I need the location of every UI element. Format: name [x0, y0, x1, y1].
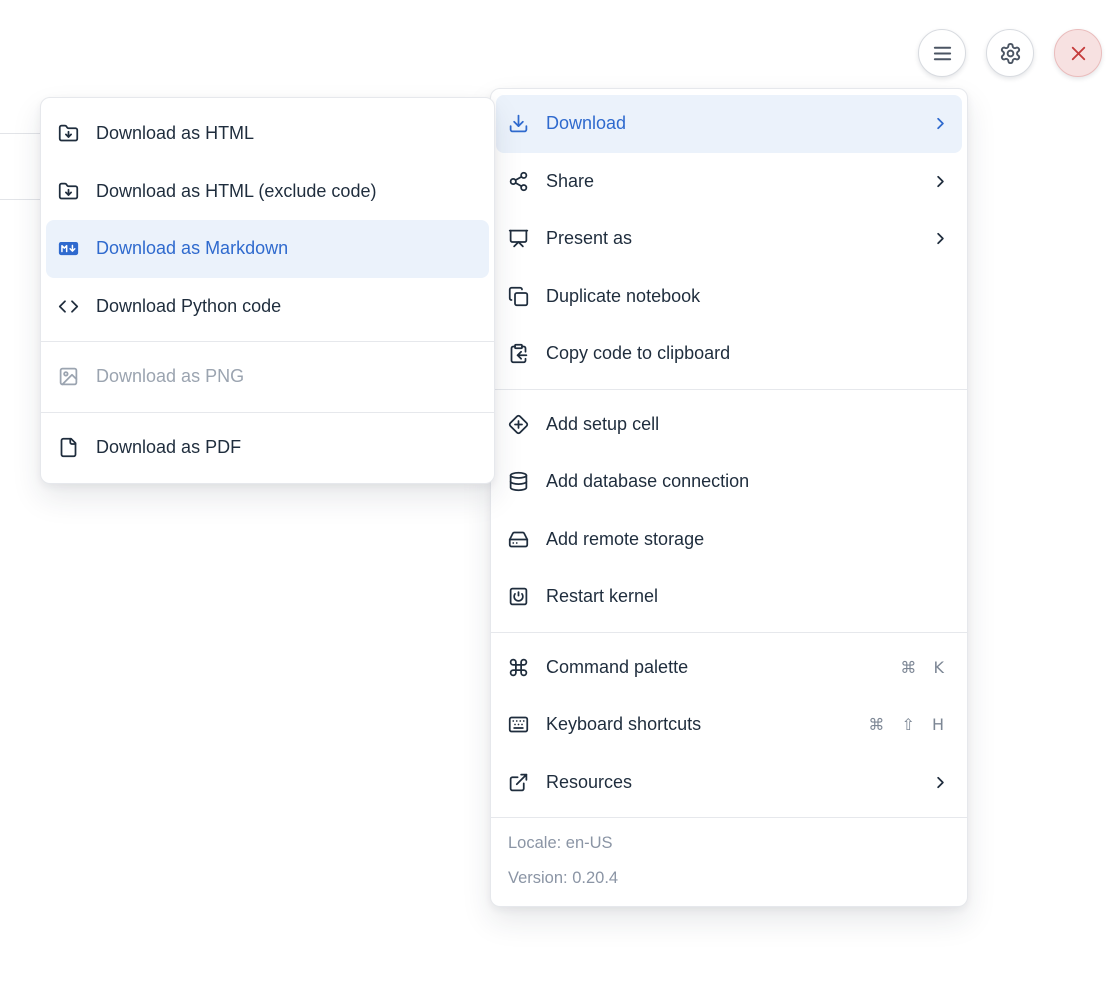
notebook-menu-button[interactable]	[918, 29, 966, 77]
menu-item-label: Duplicate notebook	[546, 286, 950, 307]
menu-item-share[interactable]: Share	[496, 153, 962, 211]
keyboard-shortcut-hint: ⌘ K	[900, 658, 950, 677]
square-power-icon	[508, 586, 529, 607]
menu-item-add-setup-cell[interactable]: Add setup cell	[496, 396, 962, 454]
menu-item-label: Download as HTML	[96, 123, 477, 144]
menu-item-label: Download as PDF	[96, 437, 477, 458]
menu-item-restart-kernel[interactable]: Restart kernel	[496, 568, 962, 626]
share-icon	[508, 171, 529, 192]
gear-icon	[999, 42, 1022, 65]
menu-item-label: Keyboard shortcuts	[546, 714, 851, 735]
file-icon	[58, 437, 79, 458]
code-icon	[58, 296, 79, 317]
diamond-plus-icon	[508, 414, 529, 435]
folder-down-icon	[58, 181, 79, 202]
hamburger-menu-icon	[931, 42, 954, 65]
menu-item-label: Download as Markdown	[96, 238, 477, 259]
notebook-actions-menu: Download Share Present as Duplicate note…	[490, 88, 968, 907]
menu-item-duplicate-notebook[interactable]: Duplicate notebook	[496, 268, 962, 326]
menu-item-download-png[interactable]: Download as PNG	[46, 348, 489, 406]
chevron-right-icon	[931, 114, 950, 133]
menu-item-label: Share	[546, 171, 914, 192]
menu-item-label: Copy code to clipboard	[546, 343, 950, 364]
chevron-right-icon	[931, 172, 950, 191]
shutdown-button[interactable]	[1054, 29, 1102, 77]
menu-item-download-html-exclude-code[interactable]: Download as HTML (exclude code)	[46, 163, 489, 221]
settings-button[interactable]	[986, 29, 1034, 77]
menu-item-label: Restart kernel	[546, 586, 950, 607]
menu-item-download-pdf[interactable]: Download as PDF	[46, 419, 489, 477]
menu-item-present-as[interactable]: Present as	[496, 210, 962, 268]
copy-icon	[508, 286, 529, 307]
menu-item-keyboard-shortcuts[interactable]: Keyboard shortcuts ⌘ ⇧ H	[496, 696, 962, 754]
menu-item-label: Add setup cell	[546, 414, 950, 435]
presentation-icon	[508, 228, 529, 249]
markdown-download-icon	[58, 238, 79, 259]
menu-item-label: Download Python code	[96, 296, 477, 317]
version-text: Version: 0.20.4	[508, 861, 950, 896]
chevron-right-icon	[931, 229, 950, 248]
menu-separator	[491, 632, 967, 633]
menu-item-command-palette[interactable]: Command palette ⌘ K	[496, 639, 962, 697]
menu-item-label: Command palette	[546, 657, 883, 678]
external-link-icon	[508, 772, 529, 793]
download-submenu: Download as HTML Download as HTML (exclu…	[40, 97, 495, 484]
menu-item-add-database-connection[interactable]: Add database connection	[496, 453, 962, 511]
hard-drive-icon	[508, 529, 529, 550]
keyboard-shortcut-hint: ⌘ ⇧ H	[868, 715, 950, 734]
command-icon	[508, 657, 529, 678]
menu-footer: Locale: en-US Version: 0.20.4	[491, 817, 967, 906]
menu-item-label: Download	[546, 113, 914, 134]
page-background-line	[0, 133, 41, 134]
menu-item-label: Present as	[546, 228, 914, 249]
menu-item-label: Download as HTML (exclude code)	[96, 181, 477, 202]
menu-separator	[41, 341, 494, 342]
chevron-right-icon	[931, 773, 950, 792]
database-icon	[508, 471, 529, 492]
menu-item-label: Download as PNG	[96, 366, 477, 387]
keyboard-icon	[508, 714, 529, 735]
menu-item-download-markdown[interactable]: Download as Markdown	[46, 220, 489, 278]
menu-item-add-remote-storage[interactable]: Add remote storage	[496, 511, 962, 569]
menu-item-label: Add remote storage	[546, 529, 950, 550]
image-icon	[58, 366, 79, 387]
menu-item-label: Resources	[546, 772, 914, 793]
folder-down-icon	[58, 123, 79, 144]
menu-separator	[41, 412, 494, 413]
menu-item-download-python-code[interactable]: Download Python code	[46, 278, 489, 336]
menu-item-download[interactable]: Download	[496, 95, 962, 153]
menu-item-copy-code[interactable]: Copy code to clipboard	[496, 325, 962, 383]
clipboard-copy-icon	[508, 343, 529, 364]
close-icon	[1067, 42, 1090, 65]
locale-text: Locale: en-US	[508, 826, 950, 861]
menu-separator	[491, 389, 967, 390]
page-background-line	[0, 199, 41, 200]
menu-item-download-html[interactable]: Download as HTML	[46, 105, 489, 163]
download-icon	[508, 113, 529, 134]
menu-item-label: Add database connection	[546, 471, 950, 492]
menu-item-resources[interactable]: Resources	[496, 754, 962, 812]
